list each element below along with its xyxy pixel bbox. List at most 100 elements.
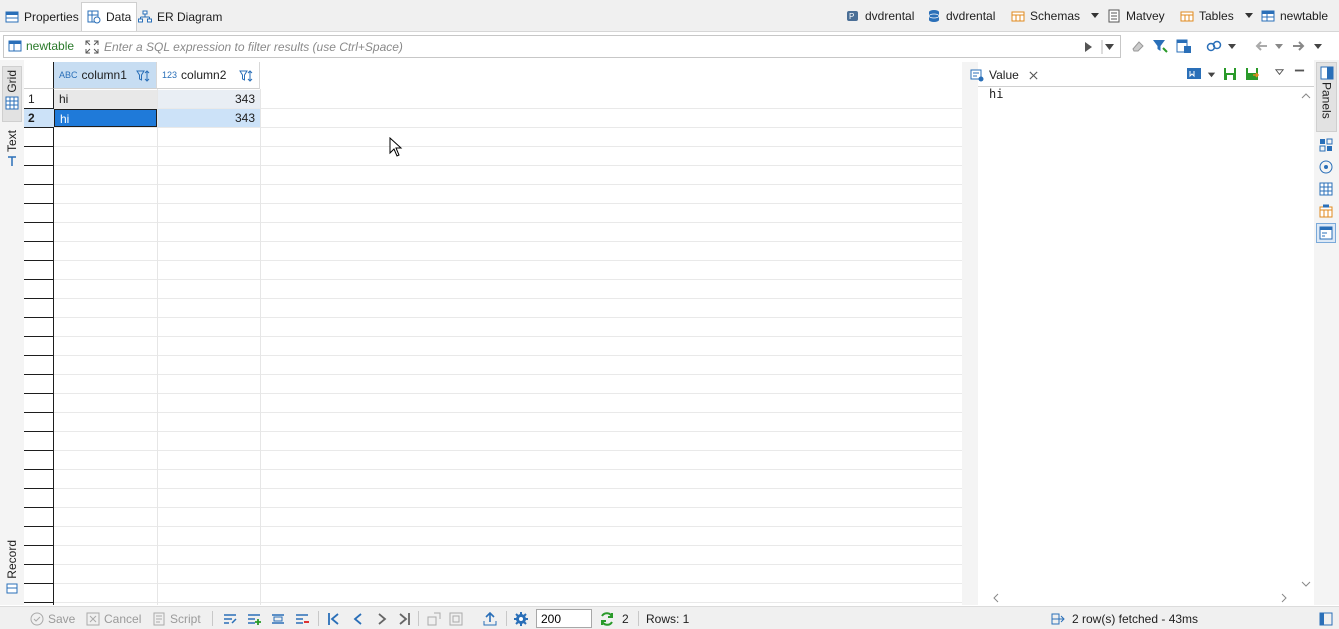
breadcrumb-schemas[interactable]: Schemas — [1011, 7, 1080, 25]
row-number[interactable]: 1 — [24, 90, 54, 108]
row-number-line — [24, 583, 54, 584]
breadcrumb-tables[interactable]: Tables — [1180, 7, 1234, 25]
duplicate-row-icon[interactable] — [270, 611, 286, 627]
panel-splitter[interactable] — [962, 62, 978, 605]
sort-filter-icon[interactable] — [136, 68, 152, 84]
side-tab-record-label: Record — [5, 540, 19, 579]
cancel-button[interactable]: Cancel — [86, 611, 141, 627]
fetch-next-icon[interactable] — [426, 611, 442, 627]
breadcrumb-schema[interactable]: Matvey — [1107, 7, 1165, 25]
dbeaver-data-editor: Properties Data ER Diagram P dvdrental d… — [0, 0, 1339, 629]
refresh-count[interactable]: 2 — [622, 611, 629, 627]
link-icon[interactable] — [1206, 38, 1222, 54]
script-button[interactable]: Script — [152, 611, 201, 627]
viewer-dropdown-icon[interactable] — [1206, 69, 1217, 80]
row-number-line — [24, 127, 54, 128]
row-number-line — [24, 393, 54, 394]
references-panel-icon[interactable] — [1319, 204, 1333, 218]
horizontal-scrollbar[interactable] — [990, 592, 1290, 604]
tables-dropdown-icon[interactable] — [1243, 9, 1255, 21]
tab-data[interactable]: Data — [81, 2, 138, 31]
filter-history-dropdown-icon[interactable] — [1101, 39, 1117, 55]
value-panel-tab[interactable]: Value — [970, 64, 1039, 86]
refresh-icon[interactable] — [599, 611, 615, 627]
separator — [318, 611, 319, 626]
grid-row-line — [54, 431, 962, 432]
sort-filter-icon[interactable] — [239, 68, 255, 84]
delete-row-icon[interactable] — [294, 611, 310, 627]
fetch-size-input[interactable] — [536, 609, 592, 628]
grouping-panel-icon[interactable] — [1319, 160, 1333, 174]
view-menu-icon[interactable] — [1274, 67, 1285, 78]
schemas-dropdown-icon[interactable] — [1089, 9, 1101, 21]
row-number-line — [24, 545, 54, 546]
cell-column1-focused[interactable]: hi — [54, 109, 157, 127]
add-row-icon[interactable] — [246, 611, 262, 627]
grid-row-line — [54, 469, 962, 470]
eraser-icon[interactable] — [1130, 38, 1146, 54]
apply-filter-icon[interactable] — [1080, 39, 1096, 55]
results-grid[interactable]: ABC column1 123 column2 1 hi 343 2 hi 34… — [24, 62, 962, 605]
load-from-file-icon[interactable] — [1244, 66, 1260, 82]
breadcrumb-database[interactable]: dvdrental — [927, 7, 995, 25]
save-button[interactable]: Save — [30, 611, 75, 627]
filter-table-label: newtable — [26, 39, 75, 53]
edit-cell-icon[interactable] — [222, 611, 238, 627]
status-bar: Save Cancel Script 2 Rows: 1 — [0, 606, 1339, 629]
column-header-column2[interactable]: 123 column2 — [157, 62, 260, 89]
grid-row-line — [54, 222, 962, 223]
side-tab-text[interactable]: Text — [2, 130, 22, 178]
grid-row-line — [54, 241, 962, 242]
expand-editor-icon[interactable] — [84, 39, 100, 55]
previous-page-icon[interactable] — [350, 611, 366, 627]
breadcrumb-schema-label: Matvey — [1126, 9, 1165, 23]
next-page-icon[interactable] — [374, 611, 390, 627]
schema-icon — [1107, 9, 1121, 23]
export-icon[interactable] — [482, 611, 498, 627]
forward-arrow-icon[interactable] — [1291, 38, 1307, 54]
row-number[interactable]: 2 — [24, 109, 54, 127]
cell-column2[interactable]: 343 — [157, 90, 260, 108]
minimize-icon[interactable] — [1294, 65, 1305, 76]
breadcrumb-table[interactable]: newtable — [1261, 7, 1328, 25]
side-tab-grid[interactable]: Grid — [2, 66, 22, 122]
value-content[interactable]: hi — [989, 87, 1003, 101]
calc-panel-icon[interactable] — [1319, 182, 1333, 196]
back-arrow-icon[interactable] — [1253, 38, 1269, 54]
link-dropdown-icon[interactable] — [1226, 40, 1238, 52]
grid-row-line — [54, 127, 962, 128]
table-row[interactable]: 1 hi 343 — [24, 89, 260, 108]
tab-er-diagram[interactable]: ER Diagram — [133, 2, 227, 31]
vertical-scrollbar[interactable] — [1300, 90, 1312, 590]
last-page-icon[interactable] — [396, 611, 412, 627]
save-to-file-icon[interactable] — [1222, 66, 1238, 82]
table-row-selected[interactable]: 2 hi 343 — [24, 108, 260, 127]
metadata-panel-icon[interactable] — [1319, 138, 1333, 152]
side-tab-record[interactable]: Record — [2, 540, 22, 600]
row-number-line — [24, 564, 54, 565]
back-dropdown-icon[interactable] — [1273, 40, 1285, 52]
breadcrumb-connection[interactable]: P dvdrental — [846, 7, 914, 25]
column-header-column1[interactable]: ABC column1 — [54, 62, 157, 89]
value-panel-toggle[interactable] — [1316, 223, 1336, 243]
grid-corner-header[interactable] — [24, 62, 54, 89]
forward-dropdown-icon[interactable] — [1312, 40, 1324, 52]
grid-row-line — [54, 165, 962, 166]
cancel-label: Cancel — [104, 612, 142, 626]
first-page-icon[interactable] — [326, 611, 342, 627]
close-icon[interactable] — [1028, 70, 1039, 81]
grid-row-line — [54, 146, 962, 147]
filter-expression-input[interactable] — [104, 38, 1044, 55]
gear-icon[interactable] — [513, 611, 529, 627]
cell-column1[interactable]: hi — [54, 90, 157, 108]
fetch-all-icon[interactable] — [448, 611, 464, 627]
cell-column2[interactable]: 343 — [157, 109, 260, 127]
saved-filters-icon[interactable] — [1176, 38, 1192, 54]
table-properties-icon — [5, 10, 19, 24]
content-viewer-icon[interactable] — [1186, 66, 1202, 82]
tab-properties[interactable]: Properties — [0, 2, 84, 31]
filter-settings-icon[interactable] — [1152, 38, 1168, 54]
panels-toggle[interactable]: Panels — [1316, 62, 1337, 132]
toggle-panels-icon[interactable] — [1318, 611, 1334, 627]
filter-table-button[interactable]: newtable — [8, 39, 74, 53]
